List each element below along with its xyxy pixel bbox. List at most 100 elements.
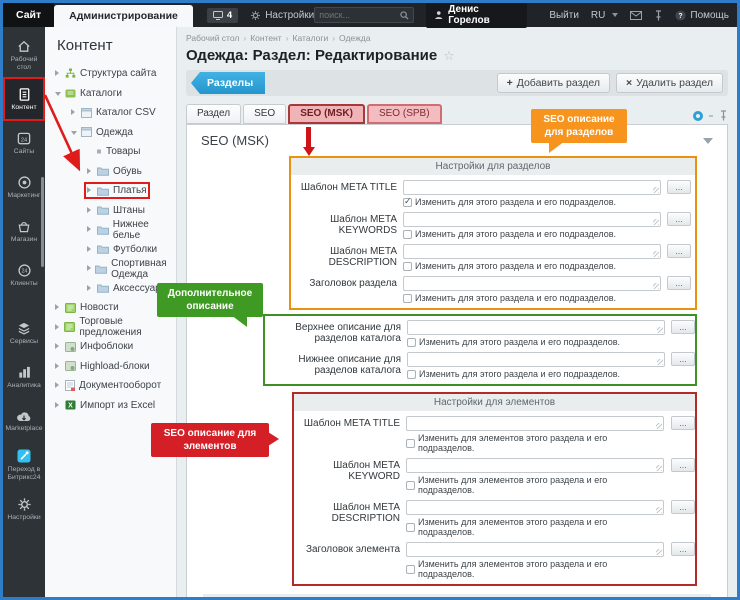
tree-item-obuv[interactable]: Обувь (45, 162, 176, 182)
tree-item-catalog-csv[interactable]: Каталог CSV (45, 103, 176, 123)
meta-title-input[interactable] (403, 180, 661, 195)
expand-icon[interactable] (55, 68, 61, 79)
breadcrumb-item[interactable]: Одежда (332, 33, 370, 43)
more-button[interactable]: ... (671, 416, 695, 430)
tab-seo[interactable]: SEO (243, 104, 286, 124)
tab-seo-spb[interactable]: SEO (SPB) (367, 104, 442, 124)
resize-grip-icon[interactable] (656, 465, 662, 471)
tab-admin[interactable]: Администрирование (54, 5, 193, 27)
expand-icon[interactable] (87, 205, 93, 216)
expand-icon[interactable] (55, 400, 61, 411)
change-for-section-checkbox[interactable] (403, 294, 412, 303)
more-button[interactable]: ... (671, 352, 695, 366)
resize-grip-icon[interactable] (657, 359, 663, 365)
resize-grip-icon[interactable] (653, 219, 659, 225)
change-for-elements-checkbox[interactable] (406, 565, 415, 574)
meta-keywords-input[interactable] (403, 212, 661, 227)
tree-item-import-excel[interactable]: XИмпорт из Excel (45, 396, 176, 416)
sidebar-item-analytics[interactable]: Аналитика (3, 355, 45, 399)
collapse-icon[interactable] (71, 127, 77, 138)
tree-item-structure[interactable]: Структура сайта (45, 64, 176, 84)
element-meta-keyword-input[interactable] (406, 458, 664, 473)
tree-item-highload[interactable]: Highload-блоки (45, 357, 176, 377)
more-button[interactable]: ... (667, 180, 691, 194)
resize-grip-icon[interactable] (657, 327, 663, 333)
more-button[interactable]: ... (667, 244, 691, 258)
expand-icon[interactable] (55, 322, 60, 333)
more-button[interactable]: ... (667, 212, 691, 226)
bottom-description-input[interactable] (407, 352, 665, 367)
collapse-icon[interactable] (55, 88, 61, 99)
meta-description-input[interactable] (403, 244, 661, 259)
pin-button[interactable] (654, 10, 663, 21)
tree-item-odezhda[interactable]: Одежда (45, 123, 176, 143)
search-box[interactable] (314, 7, 414, 23)
tab-razdel[interactable]: Раздел (186, 104, 241, 124)
language-select[interactable]: RU (591, 10, 618, 21)
form-settings-icon[interactable] (693, 111, 703, 121)
tree-item-platya[interactable]: Платья (45, 181, 176, 201)
topbar-settings[interactable]: Настройки (250, 10, 314, 21)
expand-icon[interactable] (87, 263, 91, 274)
add-section-button[interactable]: +Добавить раздел (497, 73, 610, 93)
expand-icon[interactable] (55, 341, 61, 352)
sidebar-item-sites[interactable]: 24 Сайты (3, 121, 45, 165)
tree-item-nizhnee-belye[interactable]: Нижнее белье (45, 220, 176, 240)
breadcrumb-item[interactable]: Каталоги (286, 33, 329, 43)
change-for-section-checkbox[interactable] (403, 262, 412, 271)
logout-link[interactable]: Выйти (549, 10, 579, 21)
sidebar-item-shop[interactable]: Магазин (3, 209, 45, 253)
search-input[interactable] (319, 10, 400, 20)
more-button[interactable]: ... (671, 500, 695, 514)
back-to-sections-button[interactable]: Разделы (191, 72, 265, 94)
resize-grip-icon[interactable] (653, 283, 659, 289)
sidebar-item-marketing[interactable]: Маркетинг (3, 165, 45, 209)
more-button[interactable]: ... (671, 458, 695, 472)
resize-grip-icon[interactable] (656, 423, 662, 429)
expand-icon[interactable] (87, 224, 93, 235)
expand-icon[interactable] (71, 107, 77, 118)
change-for-section-checkbox[interactable] (403, 230, 412, 239)
more-button[interactable]: ... (671, 320, 695, 334)
delete-section-button[interactable]: ×Удалить раздел (616, 73, 723, 93)
help-link[interactable]: ? Помощь (675, 10, 729, 21)
more-button[interactable]: ... (671, 542, 695, 556)
change-for-elements-checkbox[interactable] (406, 481, 415, 490)
user-menu[interactable]: Денис Горелов (426, 2, 528, 28)
resize-grip-icon[interactable] (653, 251, 659, 257)
collapse-chevron-icon[interactable] (703, 138, 713, 144)
tree-item-tovary[interactable]: Товары (45, 142, 176, 162)
change-for-elements-checkbox[interactable] (406, 439, 415, 448)
pin-icon[interactable] (719, 110, 728, 121)
tree-item-torgovye[interactable]: Торговые предложения (45, 318, 176, 338)
sidebar-item-services[interactable]: Сервисы (3, 311, 45, 355)
expand-icon[interactable] (87, 244, 93, 255)
tab-site[interactable]: Сайт (3, 3, 54, 27)
expand-icon[interactable] (87, 283, 93, 294)
change-for-section-checkbox[interactable] (403, 198, 412, 207)
tree-item-infobloki[interactable]: Инфоблоки (45, 337, 176, 357)
sidebar-item-desktop[interactable]: Рабочий стол (3, 33, 45, 77)
resize-grip-icon[interactable] (656, 549, 662, 555)
sidebar-item-clients[interactable]: 24 Клиенты (3, 253, 45, 297)
expand-icon[interactable] (87, 166, 93, 177)
change-for-section-checkbox[interactable] (407, 338, 416, 347)
tree-item-catalogs[interactable]: Каталоги (45, 84, 176, 104)
notifications-badge[interactable]: 4 (207, 8, 238, 23)
sidebar-item-bitrix24[interactable]: Переход в Битрикс24 (3, 443, 45, 487)
tab-seo-msk[interactable]: SEO (MSK) (288, 104, 365, 124)
sidebar-item-settings[interactable]: Настройки (3, 487, 45, 531)
tree-item-sportivnaya[interactable]: Спортивная Одежда (45, 259, 176, 279)
breadcrumb-item[interactable]: Контент (243, 33, 281, 43)
expand-icon[interactable] (55, 302, 61, 313)
sidebar-scrollbar[interactable] (41, 177, 44, 267)
expand-icon[interactable] (55, 361, 61, 372)
element-meta-title-input[interactable] (406, 416, 664, 431)
expand-icon[interactable] (87, 185, 93, 196)
change-for-elements-checkbox[interactable] (406, 523, 415, 532)
resize-grip-icon[interactable] (653, 187, 659, 193)
element-meta-description-input[interactable] (406, 500, 664, 515)
mail-button[interactable] (630, 11, 642, 20)
resize-grip-icon[interactable] (656, 507, 662, 513)
tree-item-shtany[interactable]: Штаны (45, 201, 176, 221)
